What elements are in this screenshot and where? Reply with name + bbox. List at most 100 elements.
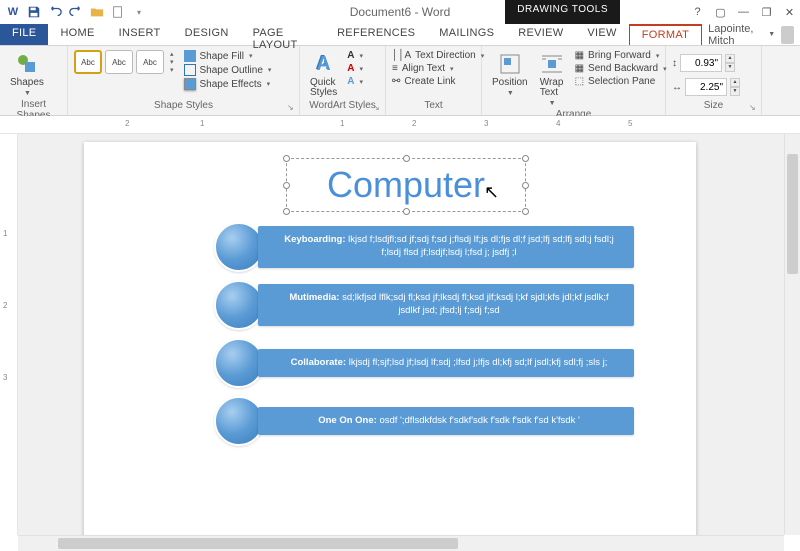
resize-handle-nw[interactable] bbox=[283, 155, 290, 162]
tab-references[interactable]: REFERENCES bbox=[325, 24, 427, 45]
scrollbar-thumb[interactable] bbox=[787, 154, 798, 274]
shape-effects-button[interactable]: Shape Effects▾ bbox=[184, 78, 272, 90]
bring-forward-icon: ▦ bbox=[575, 50, 584, 61]
ruler-tick: 5 bbox=[628, 119, 632, 128]
close-icon[interactable]: ✕ bbox=[783, 6, 796, 19]
text-effects-button[interactable]: A▾ bbox=[347, 76, 363, 87]
send-backward-button[interactable]: ▦Send Backward▾ bbox=[575, 63, 667, 74]
tab-insert[interactable]: INSERT bbox=[107, 24, 173, 45]
shape-style-2[interactable]: Abc bbox=[105, 50, 133, 74]
width-stepper[interactable]: ▲▼ bbox=[730, 78, 740, 96]
shape-style-3[interactable]: Abc bbox=[136, 50, 164, 74]
wordart-text[interactable]: Computer bbox=[327, 164, 485, 206]
cursor-icon: ↖ bbox=[484, 182, 499, 203]
smartart-text-2[interactable]: Mutimedia: sd;lkfjsd lflk;sdj fl;ksd jf;… bbox=[258, 284, 634, 326]
resize-handle-s[interactable] bbox=[403, 208, 410, 215]
selection-pane-button[interactable]: ⬚Selection Pane bbox=[575, 76, 667, 87]
group-wordart-styles: A Quick Styles A▾ A▾ A▾ WordArt Styles ↘ bbox=[300, 46, 386, 115]
ribbon-options-icon[interactable]: ▢ bbox=[714, 6, 727, 19]
width-input[interactable] bbox=[685, 78, 727, 96]
smartart-row[interactable]: Collaborate: lkjsdj fl;sjf;lsd jf;lsdj l… bbox=[214, 338, 634, 388]
ruler-tick: 1 bbox=[3, 229, 7, 238]
resize-handle-e[interactable] bbox=[522, 182, 529, 189]
undo-icon[interactable] bbox=[46, 3, 64, 21]
tab-mailings[interactable]: MAILINGS bbox=[427, 24, 506, 45]
tab-file[interactable]: FILE bbox=[0, 24, 48, 45]
qat-customize-icon[interactable]: ▾ bbox=[130, 3, 148, 21]
account-dropdown-icon[interactable]: ▼ bbox=[768, 31, 775, 38]
bring-forward-button[interactable]: ▦Bring Forward▾ bbox=[575, 50, 667, 61]
group-insert-shapes: Shapes ▼ Insert Shapes bbox=[0, 46, 68, 115]
height-input[interactable] bbox=[680, 54, 722, 72]
help-icon[interactable]: ? bbox=[691, 6, 704, 19]
shape-outline-button[interactable]: Shape Outline▾ bbox=[184, 64, 272, 76]
tab-review[interactable]: REVIEW bbox=[506, 24, 575, 45]
fill-swatch-icon bbox=[184, 50, 196, 62]
contextual-tab-label: DRAWING TOOLS bbox=[505, 0, 620, 24]
account-area[interactable]: Lapointe, Mitch ▼ bbox=[702, 24, 800, 45]
gallery-more-icon[interactable]: ▾ bbox=[170, 66, 174, 74]
height-icon: ↕ bbox=[672, 58, 677, 69]
smartart-row[interactable]: One On One: osdf ';dflsdkfdsk f'sdkf'sdk… bbox=[214, 396, 634, 446]
ruler-tick: 3 bbox=[484, 119, 488, 128]
shapes-button[interactable]: Shapes ▼ bbox=[6, 50, 48, 99]
minimize-icon[interactable]: — bbox=[737, 6, 750, 19]
text-fill-button[interactable]: A▾ bbox=[347, 50, 363, 61]
align-text-icon: ≡ bbox=[392, 63, 398, 74]
height-stepper[interactable]: ▲▼ bbox=[725, 54, 735, 72]
new-doc-icon[interactable] bbox=[109, 3, 127, 21]
align-text-button[interactable]: ≡Align Text▾ bbox=[392, 63, 484, 74]
dialog-launcher-shape-styles[interactable]: ↘ bbox=[287, 103, 297, 113]
smartart-text-3[interactable]: Collaborate: lkjsdj fl;sjf;lsd jf;lsdj l… bbox=[258, 349, 634, 378]
wrap-text-label: Wrap Text bbox=[540, 78, 564, 98]
avatar[interactable] bbox=[781, 26, 794, 44]
resize-handle-ne[interactable] bbox=[522, 155, 529, 162]
redo-icon[interactable] bbox=[67, 3, 85, 21]
create-link-button[interactable]: ⚯Create Link bbox=[392, 76, 484, 87]
tab-view[interactable]: VIEW bbox=[575, 24, 628, 45]
page[interactable]: Computer ↖ Keyboarding: lkjsd f;lsdjfl;s… bbox=[84, 142, 696, 535]
horizontal-scrollbar[interactable] bbox=[18, 535, 784, 551]
group-arrange: Position▼ Wrap Text▼ ▦Bring Forward▾ ▦Se… bbox=[482, 46, 666, 115]
tab-home[interactable]: HOME bbox=[48, 24, 106, 45]
position-label: Position bbox=[492, 78, 528, 88]
gallery-up-icon[interactable]: ▴ bbox=[170, 50, 174, 58]
vertical-scrollbar[interactable] bbox=[784, 134, 800, 535]
gallery-down-icon[interactable]: ▾ bbox=[170, 58, 174, 66]
text-direction-button[interactable]: ││AText Direction▾ bbox=[392, 50, 484, 61]
text-outline-button[interactable]: A▾ bbox=[347, 63, 363, 74]
smartart-row[interactable]: Keyboarding: lkjsd f;lsdjfl;sd jf;sdj f;… bbox=[214, 222, 634, 272]
resize-handle-se[interactable] bbox=[522, 208, 529, 215]
dialog-launcher-size[interactable]: ↘ bbox=[749, 103, 759, 113]
restore-icon[interactable]: ❐ bbox=[760, 6, 773, 19]
ruler-tick: 2 bbox=[125, 119, 129, 128]
shape-style-1[interactable]: Abc bbox=[74, 50, 102, 74]
open-folder-icon[interactable] bbox=[88, 3, 106, 21]
ribbon-tabs: FILE HOME INSERT DESIGN PAGE LAYOUT REFE… bbox=[0, 24, 800, 46]
outline-swatch-icon bbox=[184, 64, 196, 76]
ruler-tick: 1 bbox=[340, 119, 344, 128]
save-icon[interactable] bbox=[25, 3, 43, 21]
tab-format[interactable]: FORMAT bbox=[629, 24, 702, 45]
resize-handle-n[interactable] bbox=[403, 155, 410, 162]
wrap-text-button[interactable]: Wrap Text▼ bbox=[536, 50, 568, 109]
smartart-graphic[interactable]: Keyboarding: lkjsd f;lsdjfl;sd jf;sdj f;… bbox=[214, 222, 634, 454]
smartart-text-1[interactable]: Keyboarding: lkjsd f;lsdjfl;sd jf;sdj f;… bbox=[258, 226, 634, 268]
vertical-ruler[interactable]: 1 2 3 bbox=[0, 134, 18, 535]
resize-handle-sw[interactable] bbox=[283, 208, 290, 215]
smartart-text-4[interactable]: One On One: osdf ';dflsdkfdsk f'sdkf'sdk… bbox=[258, 407, 634, 436]
shape-style-gallery[interactable]: Abc Abc Abc ▴ ▾ ▾ bbox=[74, 50, 174, 74]
quick-styles-button[interactable]: A Quick Styles bbox=[306, 50, 341, 100]
window-controls: ? ▢ — ❐ ✕ bbox=[691, 6, 796, 19]
dialog-launcher-wordart-styles[interactable]: ↘ bbox=[373, 103, 383, 113]
tab-design[interactable]: DESIGN bbox=[173, 24, 241, 45]
shape-fill-button[interactable]: Shape Fill▾ bbox=[184, 50, 272, 62]
smartart-row[interactable]: Mutimedia: sd;lkfjsd lflk;sdj fl;ksd jf;… bbox=[214, 280, 634, 330]
resize-handle-w[interactable] bbox=[283, 182, 290, 189]
shapes-icon bbox=[15, 52, 39, 76]
position-button[interactable]: Position▼ bbox=[488, 50, 532, 99]
group-size: ↕ ▲▼ ↔ ▲▼ Size ↘ bbox=[666, 46, 762, 115]
scrollbar-thumb[interactable] bbox=[58, 538, 458, 549]
tab-page-layout[interactable]: PAGE LAYOUT bbox=[241, 24, 325, 45]
horizontal-ruler[interactable]: 2 1 1 2 3 4 5 bbox=[0, 116, 800, 134]
